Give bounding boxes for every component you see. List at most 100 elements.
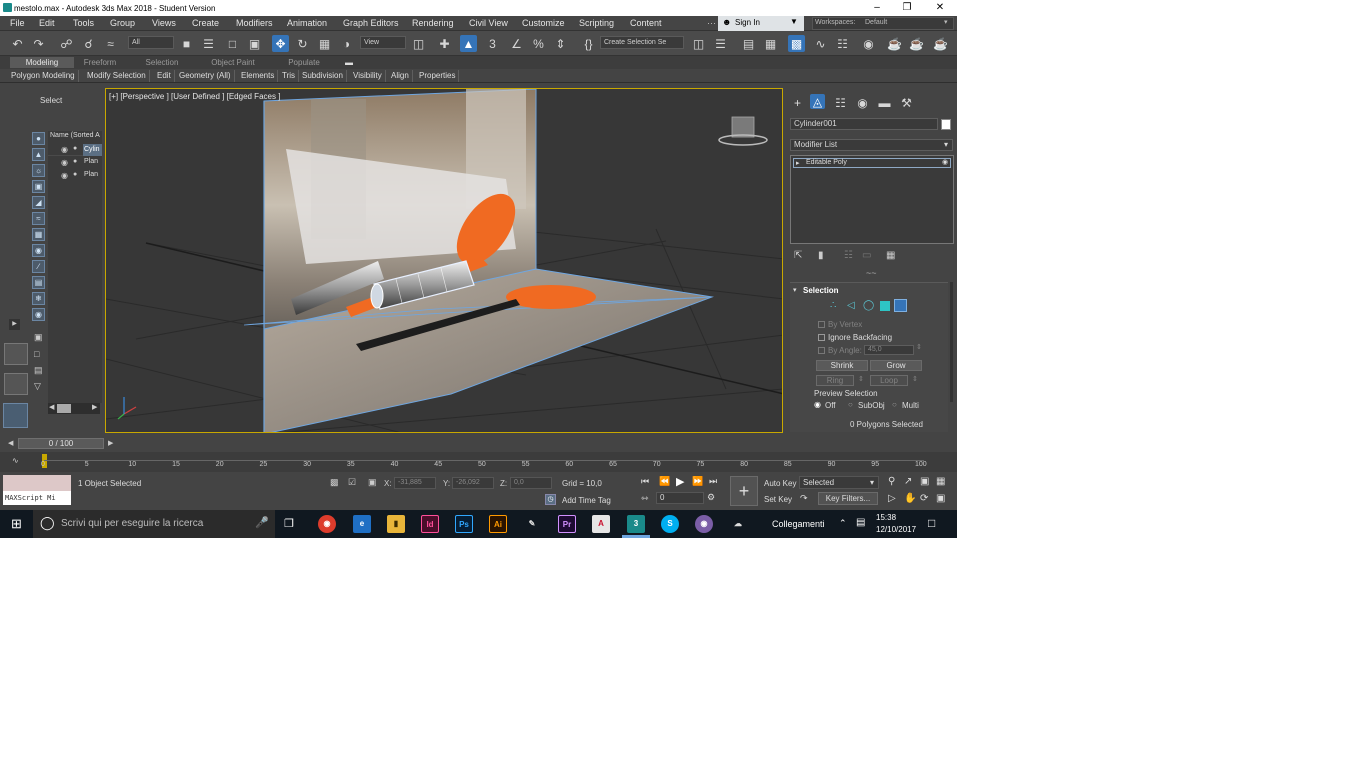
modifier-stack[interactable]: ▸ Editable Poly ◉ (790, 155, 954, 244)
tray-chevron-up-icon[interactable]: ⌃ (839, 518, 847, 529)
maximize-button[interactable]: ❐ (892, 0, 922, 16)
object-color-swatch[interactable] (941, 119, 951, 130)
viewport-layout-icon[interactable] (3, 403, 28, 428)
element-mode-icon[interactable] (894, 299, 907, 312)
sign-in-button[interactable]: ☻ Sign In ▼ (718, 16, 804, 31)
layout-grid-icon[interactable] (4, 373, 28, 395)
light-bulb-icon[interactable]: ◉ (942, 158, 948, 166)
object-name-field[interactable]: Cylinder001 (790, 118, 938, 130)
tab-selection[interactable]: Selection (136, 57, 188, 68)
key-filters-button[interactable]: Key Filters... (818, 492, 878, 505)
display-all-icon[interactable]: ▣ (34, 332, 43, 343)
polygon-mode-icon[interactable] (880, 301, 890, 311)
ribbon-tris[interactable]: Tris (279, 70, 300, 82)
maxscript-listener-top[interactable] (3, 475, 71, 491)
modifier-list-dropdown[interactable]: Modifier List ▾ (790, 139, 953, 151)
by-vertex-checkbox[interactable] (818, 321, 825, 328)
curve-editor-icon[interactable]: ∿ (812, 35, 829, 52)
x-coordinate-field[interactable]: -31,885 (394, 477, 436, 489)
absolute-mode-icon[interactable]: ▣ (368, 477, 377, 488)
go-to-end-icon[interactable]: ⏭ (709, 476, 717, 487)
clock-date[interactable]: 12/10/2017 (876, 525, 916, 534)
time-next-icon[interactable]: ▶ (108, 439, 113, 447)
explorer-filter-frozen-icon[interactable]: ❄ (32, 292, 45, 305)
menu-animation[interactable]: Animation (287, 18, 327, 28)
tab-modeling[interactable]: Modeling (10, 57, 74, 68)
task-view-icon[interactable]: ❐ (284, 517, 294, 530)
file-explorer-icon[interactable]: ▮ (387, 515, 405, 533)
placement-icon[interactable]: ◑ (338, 35, 355, 52)
show-end-result-icon[interactable]: ▮ (818, 250, 824, 261)
current-frame-field[interactable]: 0 (656, 492, 704, 504)
ribbon-polygon-modeling[interactable]: Polygon Modeling (8, 70, 79, 82)
explorer-filter-spacewarps-icon[interactable]: ≈ (32, 212, 45, 225)
menu-tools[interactable]: Tools (73, 18, 94, 28)
explorer-filter-helpers-icon[interactable]: ◢ (32, 196, 45, 209)
network-app-icon[interactable]: ☁ (729, 515, 747, 533)
time-tag-icon[interactable]: ◷ (545, 494, 556, 505)
zoom-extents-all-icon[interactable]: ▦ (936, 476, 945, 487)
skype-icon[interactable]: S (661, 515, 679, 533)
make-unique-icon[interactable]: ☷ (844, 250, 853, 261)
layer-explorer-icon[interactable]: ▦ (762, 35, 779, 52)
hierarchy-tab-icon[interactable]: ☷ (832, 94, 849, 111)
ribbon-visibility[interactable]: Visibility (350, 70, 386, 82)
maxscript-mini-listener[interactable]: MAXScript Mi (3, 491, 71, 505)
ribbon-modify-selection[interactable]: Modify Selection (84, 70, 150, 82)
minimize-button[interactable]: – (862, 0, 892, 16)
menu-scripting[interactable]: Scripting (579, 18, 614, 28)
menu-group[interactable]: Group (110, 18, 135, 28)
keyboard-shortcut-override-icon[interactable]: ▲ (460, 35, 477, 52)
menu-customize[interactable]: Customize (522, 18, 565, 28)
undo-icon[interactable]: ↶ (9, 35, 26, 52)
zoom-all-icon[interactable]: ↗ (904, 476, 912, 487)
photoshop-icon[interactable]: Ps (455, 515, 473, 533)
viewport-label[interactable]: [+] [Perspective ] [User Defined ] [Edge… (109, 92, 280, 101)
ribbon-toggle-icon[interactable]: ▩ (788, 35, 805, 52)
key-mode-icon[interactable]: ⇿ (641, 493, 649, 504)
collapse-icon[interactable]: ▾ (793, 286, 797, 294)
menu-create[interactable]: Create (192, 18, 219, 28)
explorer-hscrollbar[interactable]: ◀ ▶ (48, 403, 100, 414)
window-crossing-icon[interactable]: ▣ (246, 35, 263, 52)
explorer-column-header[interactable]: Name (Sorted A (50, 132, 100, 139)
orbit-icon[interactable]: ⟳ (920, 493, 928, 504)
scroll-left-icon[interactable]: ◀ (49, 403, 54, 411)
angle-snap-icon[interactable]: ∠ (508, 35, 525, 52)
bind-space-warp-icon[interactable]: ≈ (102, 35, 119, 52)
layout-tab-icon[interactable] (4, 343, 28, 365)
invert-display-icon[interactable]: ▤ (34, 365, 43, 376)
taskbar-search[interactable]: ◯ Scrivi qui per eseguire la ricerca 🎤 (33, 510, 275, 538)
preview-off-radio[interactable]: ◉ (814, 400, 821, 409)
align-icon[interactable]: ☰ (712, 35, 729, 52)
field-of-view-icon[interactable]: ▷ (888, 493, 896, 504)
track-bar[interactable]: ∿ 0 5 10 15 20 25 30 35 40 45 50 55 60 65 70 75 80 85 90 95… (0, 452, 957, 472)
menu-rendering[interactable]: Rendering (412, 18, 454, 28)
unlink-icon[interactable]: ☌ (80, 35, 97, 52)
border-mode-icon[interactable]: ◯ (863, 300, 874, 311)
ribbon-subdivision[interactable]: Subdivision (299, 70, 347, 82)
scroll-right-icon[interactable]: ▶ (92, 403, 97, 411)
chrome-icon[interactable]: ◉ (318, 515, 336, 533)
loop-button[interactable]: Loop (870, 375, 908, 386)
list-item[interactable]: ◉ ● Plan (48, 157, 102, 169)
time-slider-thumb[interactable]: 0 / 100 (18, 438, 104, 449)
tab-freeform[interactable]: Freeform (74, 57, 126, 68)
render-icon[interactable]: ☕ (932, 35, 949, 52)
menu-graph-editors[interactable]: Graph Editors (343, 18, 399, 28)
y-coordinate-field[interactable]: -26,092 (452, 477, 494, 489)
mirror-icon[interactable]: ◫ (690, 35, 707, 52)
select-object-icon[interactable]: ■ (178, 35, 195, 52)
menu-content[interactable]: Content (630, 18, 662, 28)
ribbon-elements[interactable]: Elements (238, 70, 279, 82)
network-icon[interactable]: ▤ (856, 517, 865, 528)
explorer-filter-shapes-icon[interactable]: ▲ (32, 148, 45, 161)
explorer-filter-containers-icon[interactable]: ▤ (32, 276, 45, 289)
preview-subobj-radio[interactable]: ○ (848, 400, 853, 409)
display-none-icon[interactable]: □ (34, 349, 39, 359)
scroll-thumb[interactable] (57, 404, 71, 413)
list-item[interactable]: ◉ ● Cylin (48, 144, 102, 156)
go-to-start-icon[interactable]: ⏮ (641, 476, 649, 487)
edge-icon[interactable]: e (353, 515, 371, 533)
pin-stack-icon[interactable]: ⇱ (794, 250, 802, 261)
